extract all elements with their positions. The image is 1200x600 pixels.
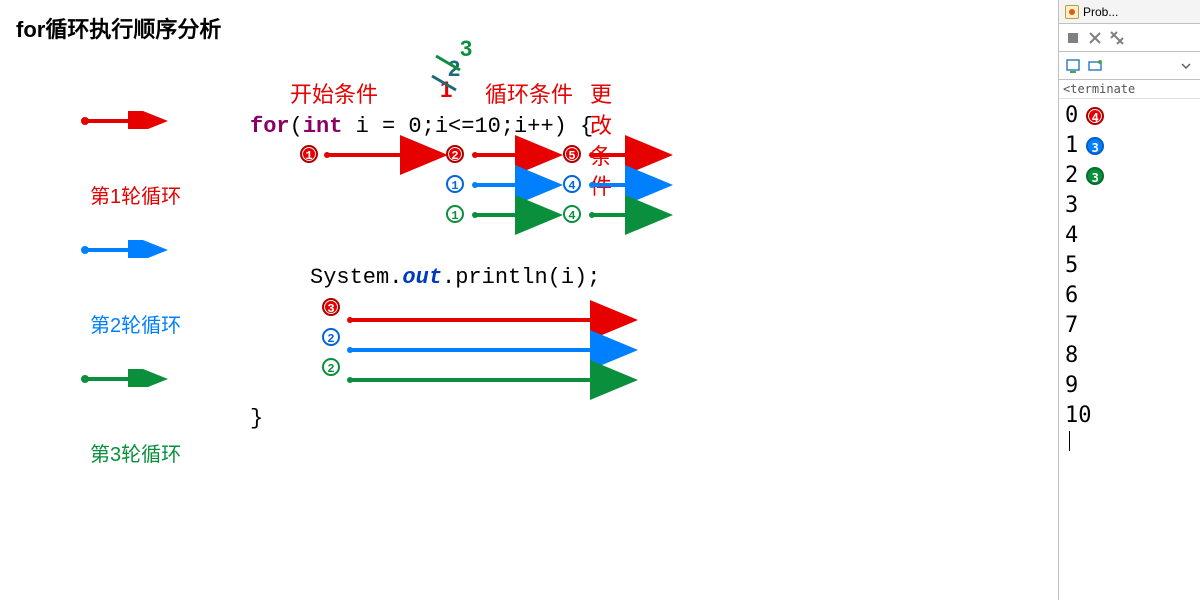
page-title: for循环执行顺序分析 [16, 12, 221, 44]
badge-blue-2: 2 [322, 328, 340, 346]
console-tab-label: Prob... [1083, 5, 1118, 19]
badge-blue-4: 4 [563, 175, 581, 193]
cursor-icon [1069, 431, 1070, 451]
badge-red-3: 3 [322, 298, 340, 316]
stop-icon[interactable] [1065, 30, 1081, 46]
kw-int: int [303, 114, 343, 139]
pin-icon[interactable] [1087, 58, 1103, 74]
output-row: 0 4 [1065, 101, 1194, 131]
legend-row-2 [80, 219, 181, 279]
output-row: 7 [1065, 311, 1194, 341]
output-row: 6 [1065, 281, 1194, 311]
legend-label-2: 第2轮循环 [90, 309, 181, 338]
out-badge-3: 3 [1086, 137, 1104, 155]
label-loop-cond: 循环条件 [485, 80, 573, 111]
code-println-line: System.out.println(i); [250, 263, 600, 294]
label-start-cond: 开始条件 [290, 80, 378, 111]
code-block: 3 2 1 开始条件 循环条件 更改条件 for(int i = 0;i<=10… [250, 42, 600, 434]
print-flow-blue: 2 [250, 324, 600, 354]
strike-lines [430, 52, 470, 112]
diagram-canvas: for循环执行顺序分析 第1轮循环 第2轮循环 第3 [0, 0, 855, 600]
kw-for: for [250, 114, 290, 139]
console-output: 0 4 1 3 2 3 3 4 5 6 7 8 9 10 [1059, 99, 1200, 453]
badge-green-4: 4 [563, 205, 581, 223]
terminate-label: <terminate [1059, 80, 1200, 99]
out-badge-3g: 3 [1086, 167, 1104, 185]
arrow-icon [80, 240, 170, 258]
badge-red-5: 5 [563, 145, 581, 163]
badge-red-1: 1 [300, 145, 318, 163]
dropdown-icon[interactable] [1178, 58, 1194, 74]
output-row: 1 3 [1065, 131, 1194, 161]
output-row: 10 [1065, 401, 1194, 431]
output-row: 2 3 [1065, 161, 1194, 191]
print-flow-red: 3 [250, 294, 600, 324]
remove-all-icon[interactable] [1109, 30, 1125, 46]
badge-blue-1: 1 [446, 175, 464, 193]
legend-label-3: 第3轮循环 [90, 438, 181, 467]
console-panel: Prob... <terminate 0 4 1 3 2 3 3 4 5 6 7… [1058, 0, 1200, 600]
output-row: 5 [1065, 251, 1194, 281]
legend-row-3 [80, 348, 181, 408]
for-flow-blue: 1 4 [250, 173, 600, 203]
badge-green-2: 2 [322, 358, 340, 376]
output-row: 8 [1065, 341, 1194, 371]
badge-green-1: 1 [446, 205, 464, 223]
code-rbrace: } [250, 404, 600, 435]
problems-icon [1065, 5, 1079, 19]
arrow-icon [80, 111, 170, 129]
console-toolbar [1059, 24, 1200, 52]
legend-label-1: 第1轮循环 [90, 180, 181, 209]
for-flow-green: 1 4 [250, 203, 600, 233]
remove-icon[interactable] [1087, 30, 1103, 46]
console-toolbar-2 [1059, 52, 1200, 80]
legend: 第1轮循环 第2轮循环 第3轮循环 [80, 90, 181, 467]
legend-row-1 [80, 90, 181, 150]
for-flow-red: 1 2 5 [250, 143, 600, 173]
print-flow-green: 2 [250, 354, 600, 384]
output-row: 4 [1065, 221, 1194, 251]
code-for-line: for(int i = 0;i<=10;i++) { [250, 112, 600, 143]
display-selected-icon[interactable] [1065, 58, 1081, 74]
badge-red-2: 2 [446, 145, 464, 163]
output-row: 3 [1065, 191, 1194, 221]
out-badge-4: 4 [1086, 107, 1104, 125]
output-row: 9 [1065, 371, 1194, 401]
arrow-icon [80, 369, 170, 387]
console-tab[interactable]: Prob... [1059, 0, 1200, 24]
